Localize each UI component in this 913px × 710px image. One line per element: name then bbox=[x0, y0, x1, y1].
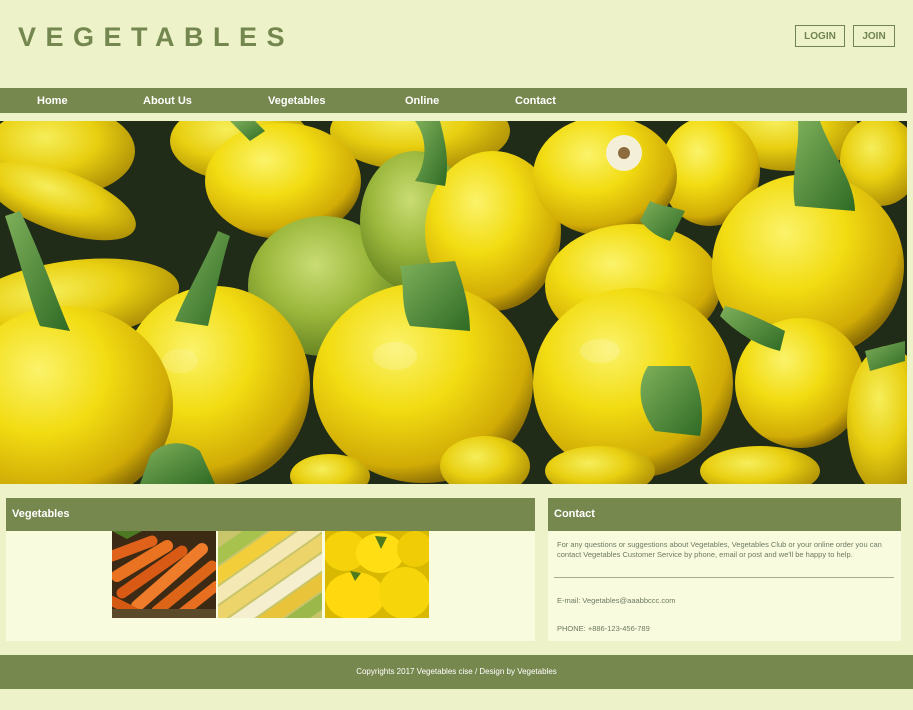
contact-description: For any questions or suggestions about V… bbox=[557, 540, 882, 559]
vegetables-panel-title: Vegetables bbox=[6, 498, 535, 531]
contact-panel: Contact For any questions or suggestions… bbox=[548, 498, 901, 641]
join-button[interactable]: JOIN bbox=[853, 25, 895, 47]
nav-item-home[interactable]: Home bbox=[37, 88, 68, 114]
nav-item-contact[interactable]: Contact bbox=[515, 88, 556, 114]
contact-phone: PHONE: +886-123-456-789 bbox=[557, 624, 650, 633]
contact-email[interactable]: E-mail: Vegetables@aaabbccc.com bbox=[557, 596, 895, 606]
footer-copyright: Copyrights 2017 Vegetables cise / Design… bbox=[356, 667, 557, 676]
site-logo[interactable]: VEGETABLES bbox=[18, 22, 294, 53]
nav-item-online[interactable]: Online bbox=[405, 88, 439, 114]
contact-divider bbox=[554, 577, 894, 578]
yellow-peppers-thumbnail[interactable] bbox=[325, 531, 429, 618]
nav-item-vegetables[interactable]: Vegetables bbox=[268, 88, 325, 114]
footer: Copyrights 2017 Vegetables cise / Design… bbox=[0, 655, 913, 689]
corn-thumbnail[interactable] bbox=[218, 531, 322, 618]
contact-panel-title: Contact bbox=[548, 498, 901, 531]
vegetables-panel: Vegetables bbox=[6, 498, 535, 641]
login-button[interactable]: LOGIN bbox=[795, 25, 845, 47]
zucchini-illustration bbox=[0, 121, 907, 484]
hero-image bbox=[0, 121, 907, 484]
nav-item-about-us[interactable]: About Us bbox=[143, 88, 192, 114]
main-nav: Home About Us Vegetables Online Contact bbox=[0, 88, 907, 113]
carrots-thumbnail[interactable] bbox=[112, 531, 216, 618]
